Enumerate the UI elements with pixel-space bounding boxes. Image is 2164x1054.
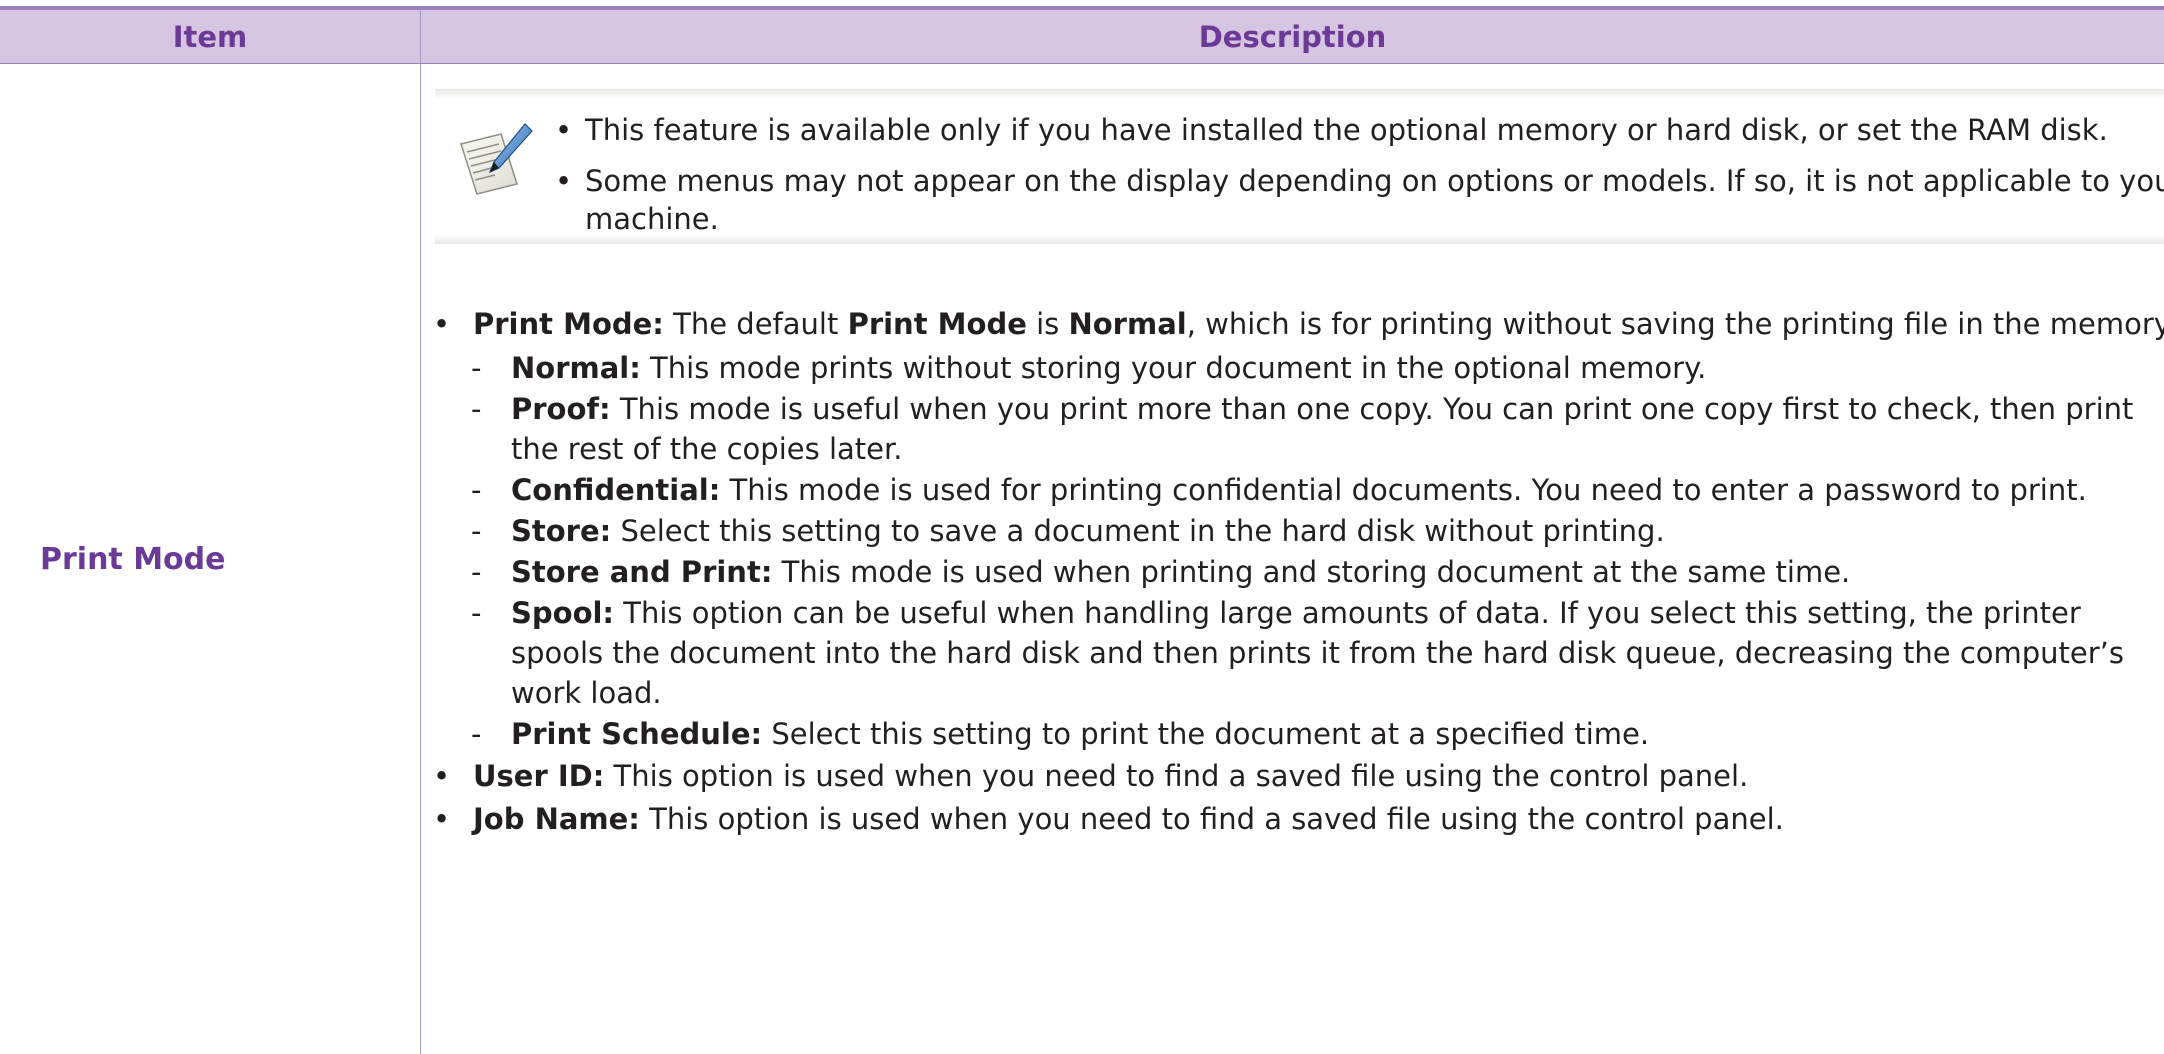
bullet-icon: •	[433, 756, 450, 797]
settings-table: Item Description Print Mode	[0, 6, 2164, 1054]
sub-item-store-and-print: -Store and Print: This mode is used when…	[471, 552, 2164, 592]
description-cell: • This feature is available only if you h…	[421, 64, 2164, 1054]
list-item-user-id: •User ID: This option is used when you n…	[433, 756, 2164, 797]
table-header-row: Item Description	[0, 8, 2164, 64]
bullet-icon: •	[555, 162, 572, 200]
dash-icon: -	[471, 714, 481, 754]
header-description: Description	[421, 8, 2164, 64]
bullet-icon: •	[555, 111, 572, 149]
sub-item-store: -Store: Select this setting to save a do…	[471, 511, 2164, 551]
list-item-job-name: •Job Name: This option is used when you …	[433, 799, 2164, 840]
note-item: • Some menus may not appear on the displa…	[555, 162, 2164, 238]
bullet-icon: •	[433, 799, 450, 840]
table-row: Print Mode	[0, 64, 2164, 1054]
dash-icon: -	[471, 593, 481, 633]
dash-icon: -	[471, 552, 481, 592]
print-mode-options: -Normal: This mode prints without storin…	[471, 348, 2164, 754]
note-text: Some menus may not appear on the display…	[585, 164, 2164, 236]
note-item: • This feature is available only if you h…	[555, 111, 2164, 149]
sub-item-spool: -Spool: This option can be useful when h…	[471, 593, 2164, 713]
note-box: • This feature is available only if you h…	[435, 89, 2164, 244]
sub-item-proof: -Proof: This mode is useful when you pri…	[471, 389, 2164, 469]
description-list: •Print Mode: The default Print Mode is N…	[433, 304, 2164, 840]
sub-item-print-schedule: -Print Schedule: Select this setting to …	[471, 714, 2164, 754]
manual-page: Item Description Print Mode	[0, 0, 2164, 1052]
dash-icon: -	[471, 470, 481, 510]
dash-icon: -	[471, 348, 481, 388]
note-text: This feature is available only if you ha…	[585, 113, 2108, 147]
item-print-mode: Print Mode	[0, 64, 421, 1054]
sub-item-normal: -Normal: This mode prints without storin…	[471, 348, 2164, 388]
dash-icon: -	[471, 511, 481, 551]
bullet-icon: •	[433, 304, 450, 345]
sub-item-confidential: -Confidential: This mode is used for pri…	[471, 470, 2164, 510]
note-list: • This feature is available only if you h…	[555, 111, 2164, 251]
dash-icon: -	[471, 389, 481, 429]
note-pencil-icon	[455, 122, 535, 198]
list-item-print-mode: •Print Mode: The default Print Mode is N…	[433, 304, 2164, 754]
header-item: Item	[0, 8, 421, 64]
